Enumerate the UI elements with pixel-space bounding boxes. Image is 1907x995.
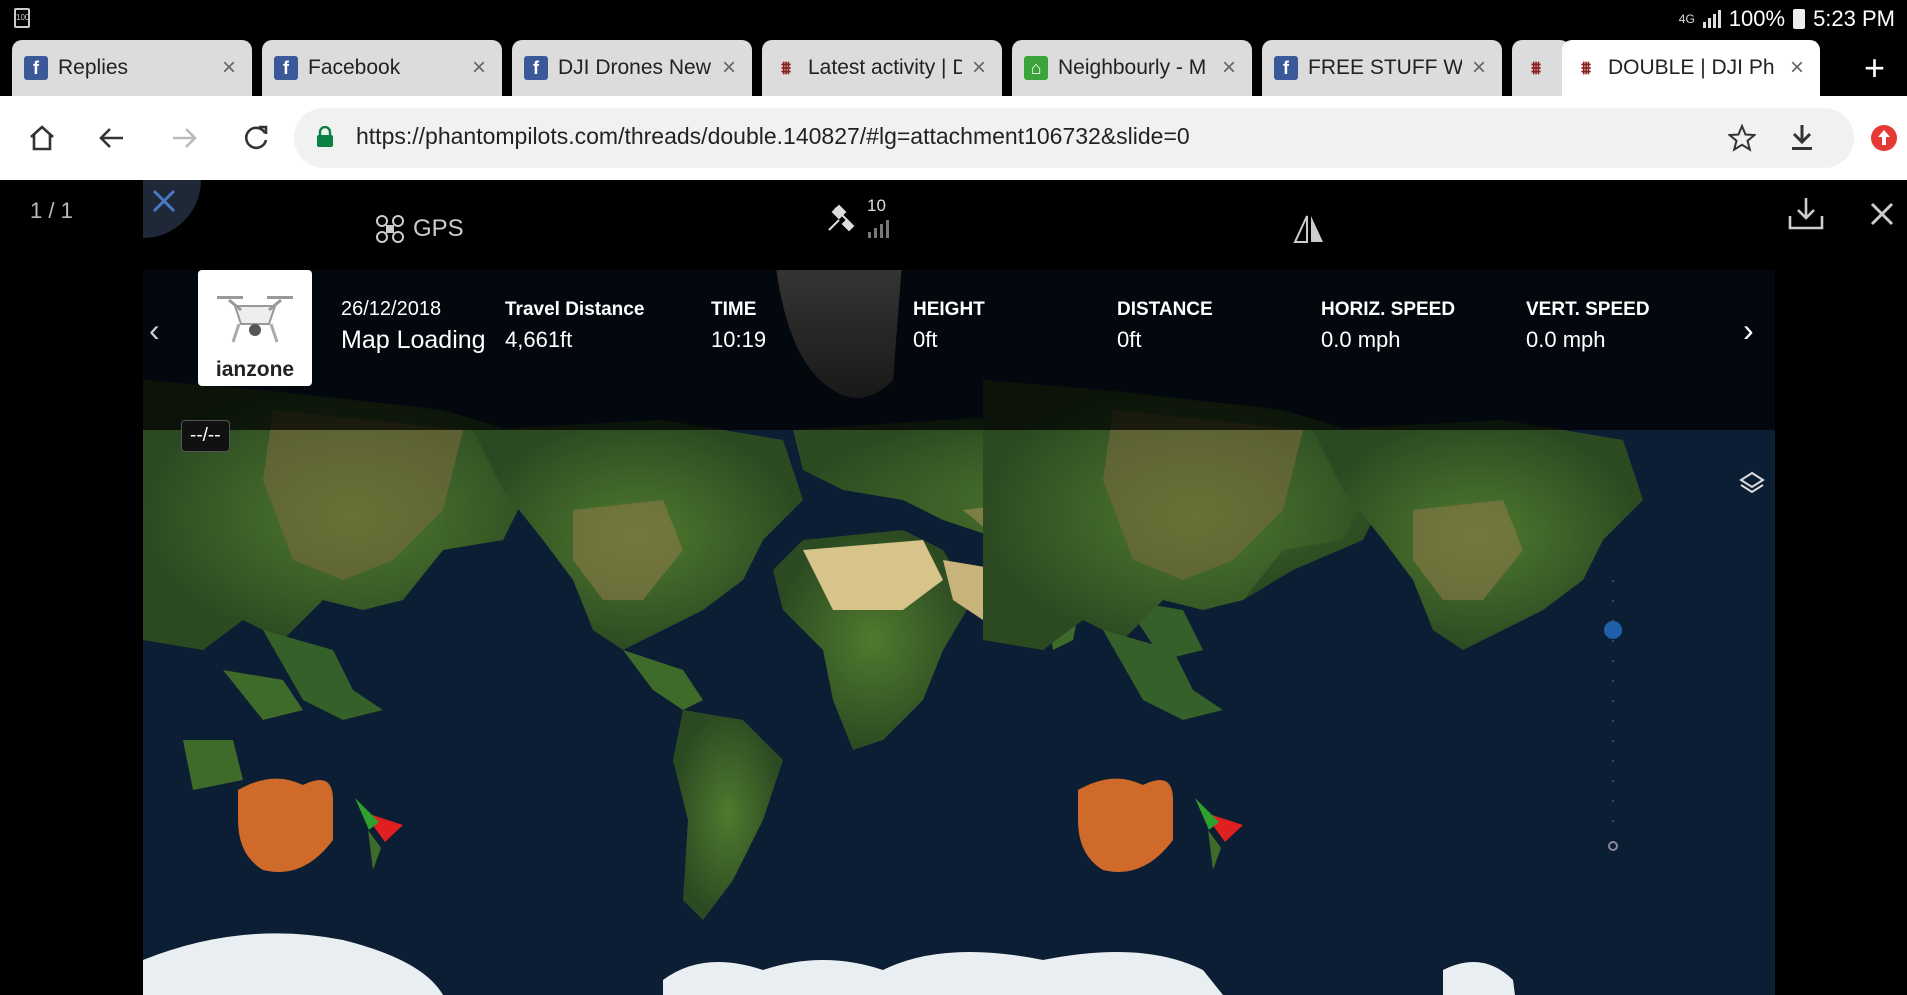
facebook-icon: f — [524, 56, 548, 80]
browser-tab[interactable]: f Facebook × — [262, 40, 502, 96]
stat-value-horiz-speed: 0.0 mph — [1321, 327, 1401, 352]
close-icon — [152, 189, 176, 213]
battery-percent: 100% — [1728, 6, 1786, 31]
phantompilots-icon: ⩩ — [781, 57, 791, 78]
star-icon[interactable] — [1728, 124, 1756, 152]
stat-label-time: TIME — [711, 299, 757, 320]
phantompilots-icon: ⩩ — [1581, 57, 1591, 78]
image-counter: 1 / 1 — [30, 198, 73, 223]
back-arrow-icon — [99, 128, 123, 148]
lock-icon — [317, 126, 333, 147]
stat-label-vert-speed: VERT. SPEED — [1526, 299, 1650, 320]
compass-icon — [1293, 215, 1323, 243]
slider-handle — [1604, 621, 1622, 639]
url-text: https://phantompilots.com/threads/double… — [356, 123, 1190, 149]
forward-arrow-icon — [173, 128, 197, 148]
map-status: Map Loading — [341, 326, 486, 354]
signal-bars-icon — [868, 220, 889, 238]
clock: 5:23 PM — [1813, 6, 1895, 31]
forward-button[interactable] — [164, 118, 204, 158]
download-icon[interactable] — [1788, 123, 1816, 153]
tab-strip: f Replies × f Facebook × f DJI Drones Ne… — [0, 36, 1907, 96]
browser-tab[interactable]: f FREE STUFF WE × — [1262, 40, 1502, 96]
browser-toolbar: https://phantompilots.com/threads/double… — [0, 96, 1907, 180]
stat-label-height: HEIGHT — [913, 299, 985, 320]
close-icon — [1870, 202, 1894, 226]
new-tab-button[interactable]: + — [1864, 50, 1885, 86]
lightbox-viewer: 1 / 1 GPS 10 ianzone 26/12/2018 Map Load… — [0, 180, 1907, 995]
stat-value-time: 10:19 — [711, 327, 767, 352]
time-tooltip: --/-- — [181, 420, 230, 452]
status-indicators: 4G 100% 5:23 PM — [1679, 6, 1895, 32]
stat-value-distance: 0ft — [1117, 327, 1142, 352]
phantompilots-icon: ⩩ — [1531, 57, 1541, 78]
download-image-button[interactable] — [1784, 192, 1828, 236]
close-icon[interactable]: × — [1218, 56, 1240, 80]
chevron-right-icon: › — [1743, 312, 1754, 348]
download-tray-icon — [1788, 198, 1824, 230]
stat-label-distance: DISTANCE — [1117, 299, 1213, 320]
notification-icon: 100 — [14, 8, 30, 28]
back-button[interactable] — [92, 118, 132, 158]
tab-title: Neighbourly - M — [1058, 56, 1207, 79]
reload-button[interactable] — [236, 118, 276, 158]
stat-value-travel-distance: 4,661ft — [505, 327, 573, 352]
pilot-card: ianzone — [198, 270, 312, 386]
browser-tab[interactable]: f Replies × — [12, 40, 252, 96]
address-bar[interactable]: https://phantompilots.com/threads/double… — [294, 108, 1854, 168]
neighbourly-icon: ⌂ — [1024, 56, 1048, 80]
satellite-count: 10 — [867, 196, 886, 215]
attachment-image: GPS 10 ianzone 26/12/2018 Map Loading Tr… — [143, 180, 1775, 995]
stat-label-horiz-speed: HORIZ. SPEED — [1321, 299, 1456, 320]
pilot-name: ianzone — [215, 358, 295, 381]
close-icon[interactable]: × — [1468, 56, 1490, 80]
browser-tab[interactable]: f DJI Drones New × — [512, 40, 752, 96]
tab-title: FREE STUFF WE — [1308, 56, 1462, 79]
facebook-icon: f — [24, 56, 48, 80]
stat-value-vert-speed: 0.0 mph — [1526, 327, 1606, 352]
gps-status: GPS — [375, 214, 464, 244]
signal-icon — [1702, 10, 1721, 28]
tab-title: Facebook — [308, 56, 401, 79]
drone-icon — [376, 215, 404, 243]
close-icon[interactable]: × — [218, 56, 240, 80]
close-icon[interactable]: × — [718, 56, 740, 80]
reload-icon — [245, 125, 268, 150]
status-bar: 100 4G 100% 5:23 PM — [0, 0, 1907, 36]
tab-title: DOUBLE | DJI Ph — [1608, 56, 1775, 79]
gps-label: GPS — [413, 215, 464, 242]
network-type: 4G — [1678, 12, 1695, 26]
close-icon[interactable]: × — [968, 56, 990, 80]
tab-title: DJI Drones New — [558, 56, 711, 79]
browser-tab-active[interactable]: ⩩ DOUBLE | DJI Ph × — [1562, 40, 1820, 96]
close-icon[interactable]: × — [1786, 56, 1808, 80]
satellite-icon — [828, 204, 855, 232]
stat-label-travel-distance: Travel Distance — [505, 299, 645, 320]
home-icon — [30, 125, 54, 151]
facebook-icon: f — [1274, 56, 1298, 80]
chevron-left-icon: ‹ — [149, 312, 160, 348]
extension-icon[interactable] — [1870, 124, 1898, 152]
battery-icon — [1793, 9, 1806, 29]
tab-title: Latest activity | D — [808, 56, 962, 79]
browser-tab[interactable]: ⩩ Latest activity | D × — [762, 40, 1002, 96]
stat-value-height: 0ft — [913, 327, 938, 352]
browser-tab[interactable]: ⌂ Neighbourly - M × — [1012, 40, 1252, 96]
facebook-icon: f — [274, 56, 298, 80]
zoom-slider — [1604, 580, 1622, 851]
layers-icon — [1739, 471, 1765, 494]
flight-date: 26/12/2018 — [341, 298, 442, 320]
tab-title: Replies — [58, 56, 129, 79]
drone-photo — [217, 296, 293, 343]
home-button[interactable] — [22, 118, 62, 158]
close-viewer-button[interactable] — [1860, 192, 1904, 236]
close-icon[interactable]: × — [468, 56, 490, 80]
